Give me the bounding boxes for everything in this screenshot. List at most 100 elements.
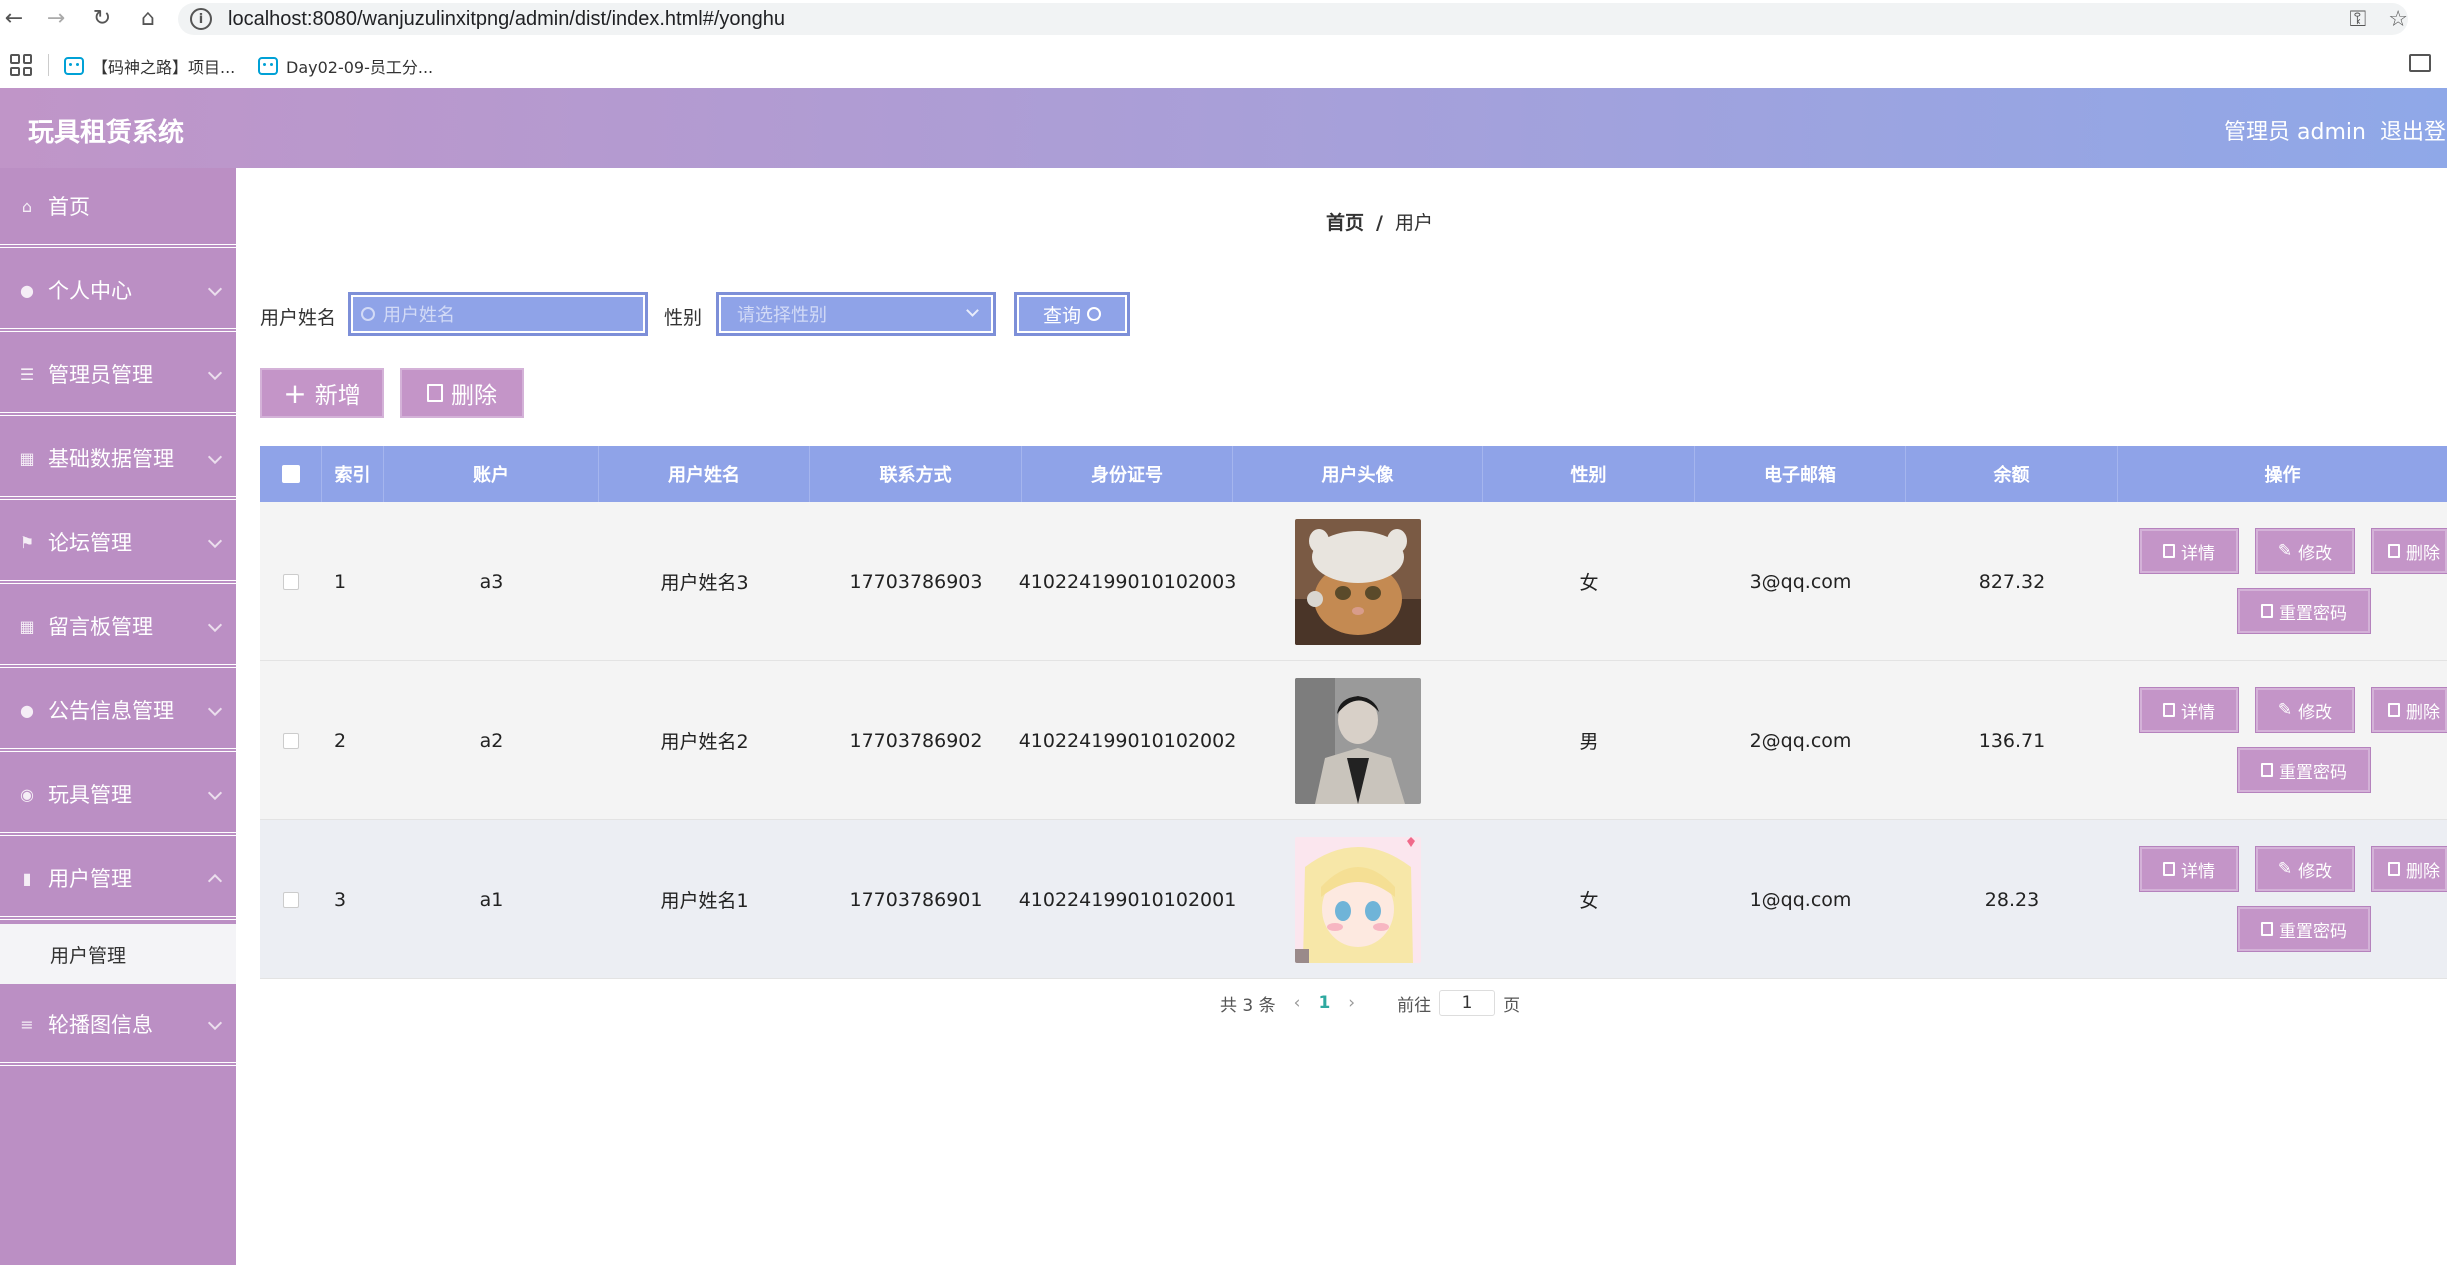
address-bar[interactable]: i localhost:8080/wanjuzulinxitpng/admin/… [178,3,2408,35]
sidebar-item-forum[interactable]: ⚑ 论坛管理 [0,504,236,584]
document-icon [2163,544,2175,558]
bookmark-item[interactable]: Day02-09-员工分... [258,54,433,78]
row-delete-button[interactable]: 删除 [2371,687,2447,733]
chevron-down-icon [207,281,223,297]
prev-page-icon[interactable]: ‹ [1294,993,1301,1013]
next-page-icon[interactable]: › [1348,993,1355,1013]
cell-email: 2@qq.com [1749,729,1852,752]
cell-phone: 17703786903 [849,570,983,593]
cell-balance: 136.71 [1978,729,2046,752]
pager-current-page[interactable]: 1 [1318,993,1330,1013]
row-checkbox[interactable] [283,573,299,590]
detail-button[interactable]: 详情 [2139,846,2239,892]
sidebar-item-label: 论坛管理 [48,531,132,555]
edit-button[interactable]: ✎ 修改 [2255,687,2355,733]
avatar-cat[interactable] [1295,518,1421,645]
sidebar-subitem-users[interactable]: 用户管理 [0,924,236,984]
name-label: 用户姓名 [260,307,337,329]
add-button[interactable]: + 新增 [260,368,384,418]
reset-password-button[interactable]: 重置密码 [2237,588,2371,634]
key-icon[interactable]: ⚿ [2350,7,2367,32]
row-delete-label: 删除 [2406,861,2440,882]
select-all-checkbox[interactable] [281,465,300,483]
sidebar-item-messages[interactable]: ▦ 留言板管理 [0,588,236,668]
cell-index: 1 [334,570,347,593]
row-checkbox[interactable] [283,732,299,749]
sidebar-item-home[interactable]: ⌂ 首页 [0,168,236,248]
sidebar-item-profile[interactable]: ● 个人中心 [0,252,236,332]
cell-index: 2 [334,729,347,752]
edit-button[interactable]: ✎ 修改 [2255,528,2355,574]
star-icon[interactable]: ☆ [2388,7,2408,32]
query-button[interactable]: 查询 [1014,292,1130,336]
sidebar-item-label: 玩具管理 [48,783,132,807]
avatar-anime[interactable] [1295,836,1421,963]
breadcrumb: 首页 / 用户 [1326,208,1433,235]
pager-goto-prefix: 前往 [1397,995,1432,1016]
reset-password-button[interactable]: 重置密码 [2237,747,2371,793]
chevron-down-icon [207,785,223,801]
sidebar-item-label: 公告信息管理 [48,699,174,723]
row-delete-label: 删除 [2406,543,2440,564]
forward-icon[interactable]: → [42,4,70,32]
sidebar-item-label: 基础数据管理 [48,447,174,471]
delete-button[interactable]: 删除 [400,368,524,418]
apps-icon[interactable] [10,54,32,76]
chevron-down-icon [207,449,223,465]
sidebar-item-label: 留言板管理 [48,615,153,639]
main-content: 首页 / 用户 用户姓名 用户姓名 性别 请选择性别 查询 + 新增 删除 索引 账… [236,168,2447,1265]
logout-link[interactable]: 退出登录 [2380,114,2447,146]
header-phone: 联系方式 [810,446,1022,502]
pencil-icon: ✎ [2277,859,2293,879]
folder-icon[interactable] [2409,54,2431,72]
sidebar-item-notices[interactable]: ● 公告信息管理 [0,672,236,752]
sidebar-item-admins[interactable]: ☰ 管理员管理 [0,336,236,416]
cell-account: a2 [479,729,504,752]
sidebar-item-basic-data[interactable]: ▦ 基础数据管理 [0,420,236,500]
pager-goto-input[interactable]: 1 [1439,990,1496,1016]
cell-account: a3 [479,570,504,593]
header-balance: 余额 [1906,446,2118,502]
chevron-down-icon [207,533,223,549]
reset-password-button[interactable]: 重置密码 [2237,906,2371,952]
home-browser-icon[interactable]: ⌂ [134,4,162,32]
cell-id-card: 410224199010102003 [1018,570,1237,593]
row-delete-button[interactable]: 删除 [2371,528,2447,574]
chevron-up-icon [207,873,223,889]
sidebar-item-label: 首页 [48,195,90,219]
header-name: 用户姓名 [599,446,810,502]
avatar-portrait[interactable] [1295,677,1421,804]
row-checkbox-cell [260,502,322,661]
cell-gender: 女 [1579,890,1599,912]
detail-button[interactable]: 详情 [2139,687,2239,733]
sidebar-item-users[interactable]: ▮ 用户管理 [0,840,236,920]
back-icon[interactable]: ← [0,4,28,32]
cell-actions: 详情 ✎ 修改 删除 重置密码 [2118,502,2447,661]
app-title: 玩具租赁系统 [28,118,185,148]
trash-icon [427,384,443,402]
reload-icon[interactable]: ↻ [88,4,116,32]
header-avatar: 用户头像 [1233,446,1483,502]
site-info-icon[interactable]: i [190,8,212,30]
menu-icon: ≡ [20,1014,34,1034]
chart-icon: ▮ [22,868,32,888]
table-row: 1 a3 用户姓名3 17703786903 41022419901010200… [260,502,2447,661]
gender-select[interactable]: 请选择性别 [716,292,996,336]
bookmark-item[interactable]: 【码神之路】项目... [64,54,235,78]
url-text[interactable]: localhost:8080/wanjuzulinxitpng/admin/di… [228,8,785,31]
breadcrumb-separator: / [1376,212,1383,234]
row-delete-button[interactable]: 删除 [2371,846,2447,892]
row-checkbox[interactable] [283,891,299,908]
breadcrumb-home[interactable]: 首页 [1326,212,1364,234]
bookmarks-bar: 【码神之路】项目... Day02-09-员工分... [0,48,2447,82]
edit-button[interactable]: ✎ 修改 [2255,846,2355,892]
grid-icon: ▦ [19,448,35,468]
name-search-input[interactable]: 用户姓名 [348,292,648,336]
cell-actions: 详情 ✎ 修改 删除 重置密码 [2118,661,2447,820]
sidebar-item-toys[interactable]: ◉ 玩具管理 [0,756,236,836]
header-account: 账户 [384,446,599,502]
cell-account: a1 [479,888,504,911]
header-actions: 操作 [2264,465,2301,486]
detail-button[interactable]: 详情 [2139,528,2239,574]
sidebar-item-carousel[interactable]: ≡ 轮播图信息 [0,986,236,1066]
